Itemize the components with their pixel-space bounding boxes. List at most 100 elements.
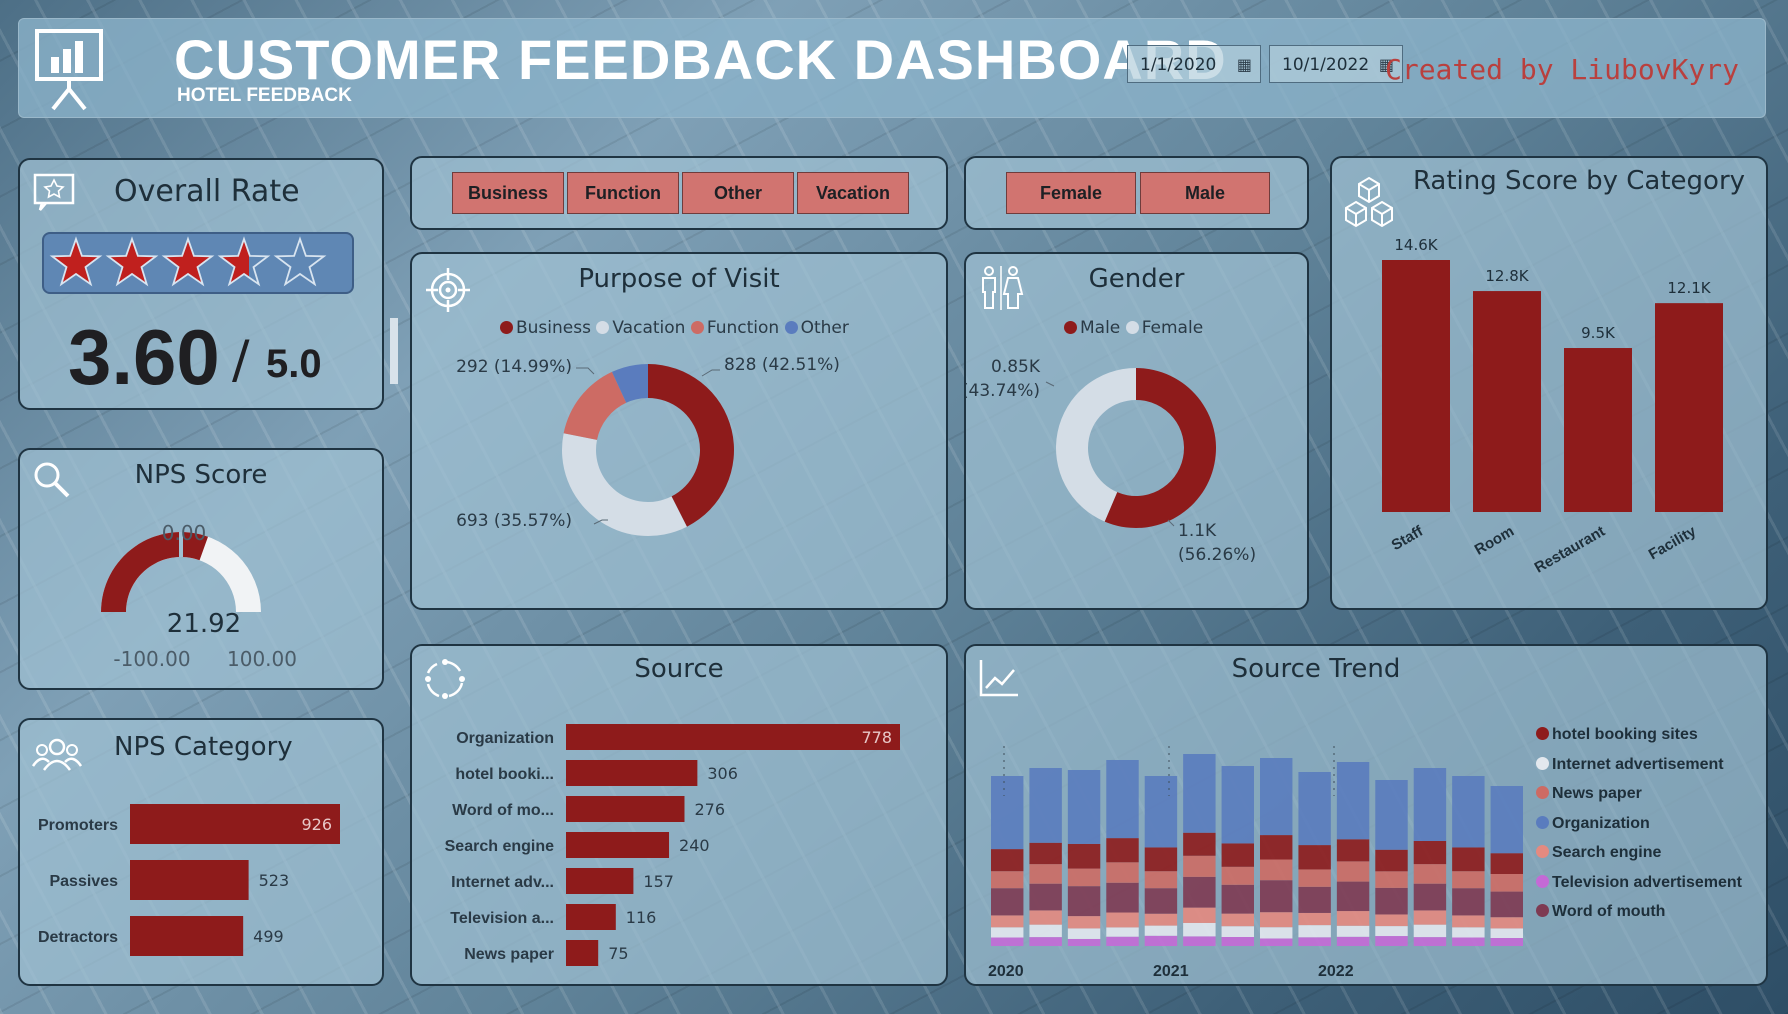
ribbon-segment [1375,871,1408,888]
purpose-slicer-business[interactable]: Business [452,172,564,214]
ribbon-segment [1298,925,1331,938]
overall-rate-slash: / [232,330,250,390]
donut-data-label: (56.26%) [1178,545,1256,565]
ribbon-segment [1106,882,1139,913]
legend-item[interactable]: News paper [1536,785,1742,815]
purpose-slicer-vacation[interactable]: Vacation [797,172,909,214]
purpose-slicer-function[interactable]: Function [567,172,679,214]
purpose-donut-chart: 828 (42.51%) 693 (35.57%) 292 (14.99%) [456,355,840,536]
ribbon-segment [1029,768,1062,843]
calendar-icon[interactable]: ▦ [1237,55,1252,74]
ribbon-segment [1413,768,1447,841]
ribbon-segment [1413,883,1447,911]
ribbon-segment [1029,864,1062,884]
legend-label: Internet advertisement [1552,755,1724,773]
legend-label: hotel booking sites [1552,726,1698,743]
bar [1655,303,1723,512]
ribbon-segment [1452,871,1485,889]
presentation-chart-icon [35,29,103,111]
ribbon-segment [1298,772,1331,846]
legend-item[interactable]: Television advertisement [1536,874,1742,904]
leader-line [1167,519,1175,527]
ribbon-segment [1413,937,1447,946]
end-date-value: 10/1/2022 [1282,55,1370,75]
ribbon-segment [1490,853,1523,874]
purpose-of-visit-card: Purpose of Visit Business Vacation Funct… [410,252,948,610]
start-date-input[interactable]: 1/1/2020 ▦ [1127,45,1261,83]
gauge-value-label: 21.92 [167,609,241,639]
ribbon-segment [1452,847,1485,872]
leader-line [701,369,720,377]
bar-category-label: Organization [456,730,554,747]
filled-star-icon [105,236,159,287]
ribbon-segment [1221,843,1254,867]
purpose-slicer-other[interactable]: Other [682,172,794,214]
donut-data-label: 292 (14.99%) [456,357,572,377]
leader-line [1045,381,1055,387]
ribbon-segment [1106,862,1139,883]
bar-value-label: 306 [707,764,738,783]
bar [566,832,670,858]
ribbon-segment [1183,855,1216,877]
ribbon-segment [1452,937,1485,946]
ribbon-segment [1029,937,1062,946]
ribbon-segment [1490,928,1523,938]
ribbon-segment [1183,907,1216,923]
donut-data-label: 0.85K [991,357,1041,377]
ribbon-segment [1375,914,1408,927]
scroll-handle[interactable] [390,318,398,384]
ribbon-segment [1375,926,1408,937]
ribbon-segment [1298,886,1331,913]
legend-item[interactable]: hotel booking sites [1536,726,1742,756]
ribbon-segment [1336,839,1370,862]
ribbon-segment [1221,766,1254,844]
overall-rate-title: Overall Rate [114,174,300,209]
ribbon-segment [1260,927,1293,939]
legend-dot [1536,845,1549,858]
bar-category-label: hotel booki... [455,766,554,783]
gender-donut-chart: 1.1K (56.26%) 0.85K (43.74%) [966,357,1256,565]
gender-slicer-female[interactable]: Female [1006,172,1136,214]
bar-value-label: 12.8K [1485,267,1529,285]
ribbon-segment [1221,913,1254,927]
ribbon-segment [1375,887,1408,915]
legend-dot [1536,815,1549,829]
donut-data-label: 693 (35.57%) [456,511,572,531]
source-card: Source Organization 778 hotel booki... 306 W… [410,644,948,986]
bar [566,868,634,894]
source-trend-card: Source Trend 2020 2021 2022 hotel booking … [964,644,1768,986]
bar-value-label: 240 [679,836,710,855]
gender-slicer-male[interactable]: Male [1140,172,1270,214]
bar-category-label: Word of mo... [452,802,554,819]
nps-gauge: 0.00 21.92 -100.00 100.00 [101,521,297,671]
ribbon-segment [1183,754,1216,833]
creator-credit: Created by LiubovKyry [1384,53,1739,86]
legend-item[interactable]: Search engine [1536,844,1742,874]
bar [1564,348,1632,512]
ribbon-segment [1452,776,1485,848]
legend-dot [1536,727,1549,740]
legend-item[interactable]: Word of mouth [1536,903,1742,933]
bar-value-label: 926 [301,815,332,834]
legend-item[interactable]: Internet advertisement [1536,756,1742,786]
bar [1382,260,1450,512]
ribbon-segment [1375,936,1408,946]
ribbon-segment [1067,916,1101,929]
end-date-input[interactable]: 10/1/2022 ▦ [1269,45,1403,83]
star-badge-icon [33,173,75,211]
ribbon-segment [1298,937,1331,946]
overall-rate-value: 3.60 [68,313,220,401]
ribbon-segment [1029,910,1062,925]
bar [566,724,900,750]
legend-item[interactable]: Organization [1536,815,1742,845]
ribbon-segment [1260,912,1293,928]
ribbon-segment [1336,911,1370,926]
overall-rate-card: Overall Rate 3.60 / 5.0 [18,158,384,410]
bar-value-label: 14.6K [1394,236,1438,254]
nps-category-card: NPS Category Promoters 926 Passives 523 Detr… [18,718,384,986]
dashboard-subtitle: HOTEL FEEDBACK [177,85,352,106]
bar-value-label: 523 [259,871,290,890]
ribbon-segment [1375,780,1408,850]
bar [566,760,698,786]
bar-value-label: 778 [861,728,892,747]
